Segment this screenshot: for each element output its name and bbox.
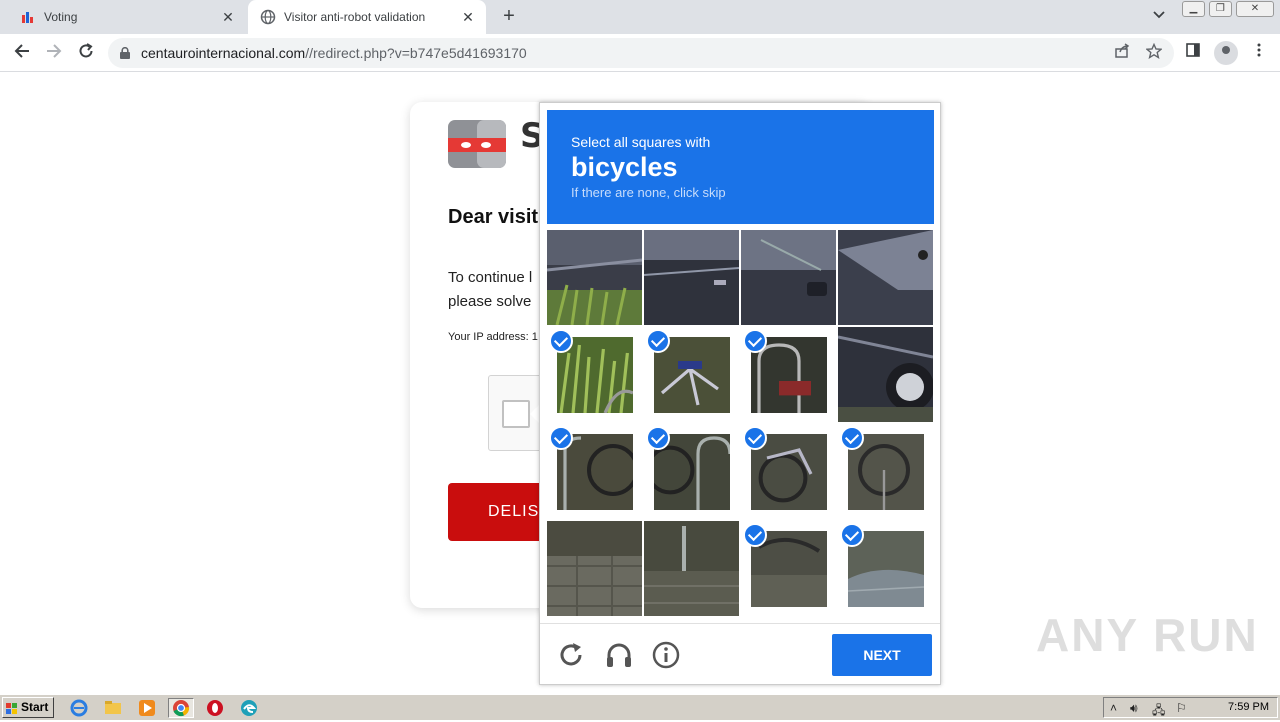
back-button[interactable] [10, 42, 34, 64]
tile-check-icon [840, 523, 864, 547]
tab-voting[interactable]: Voting ✕ [8, 0, 246, 34]
tile-check-icon [646, 329, 670, 353]
tile-check-icon [549, 329, 573, 353]
tile-image [547, 230, 642, 325]
challenge-header: Select all squares with bicycles If ther… [547, 110, 934, 224]
tile-image [547, 521, 642, 616]
share-icon[interactable] [1112, 43, 1132, 63]
grid-tile[interactable] [838, 327, 933, 422]
url-path: //redirect.php?v=b747e5d41693170 [305, 45, 527, 61]
tab-close-icon[interactable]: ✕ [218, 9, 238, 26]
site-logo [448, 120, 508, 168]
grid-tile-selected[interactable] [741, 521, 836, 616]
profile-avatar[interactable] [1214, 41, 1238, 65]
grid-tile[interactable] [741, 230, 836, 325]
restore-button[interactable]: ❐ [1208, 1, 1232, 17]
forward-button[interactable] [42, 42, 66, 64]
challenge-instruction: Select all squares with [571, 134, 711, 150]
instructions-line-2: please solve [448, 293, 532, 310]
tab-search-button[interactable] [1152, 8, 1166, 25]
grid-tile[interactable] [644, 521, 739, 616]
image-grid [547, 230, 934, 617]
grid-tile-selected[interactable] [547, 327, 642, 422]
grid-tile[interactable] [644, 230, 739, 325]
tile-check-icon [743, 523, 767, 547]
opera-icon[interactable] [206, 699, 224, 717]
lock-icon [120, 46, 130, 59]
next-button[interactable]: NEXT [832, 634, 932, 676]
globe-icon [260, 9, 276, 25]
close-window-button[interactable]: ✕ [1235, 1, 1274, 17]
side-panel-icon[interactable] [1182, 42, 1204, 64]
address-bar[interactable]: centaurointernacional.com//redirect.php?… [108, 38, 1174, 68]
challenge-hint: If there are none, click skip [571, 185, 726, 200]
tile-check-icon [840, 426, 864, 450]
recaptcha-checkbox[interactable] [502, 400, 530, 428]
tile-image [838, 230, 933, 325]
grid-tile-selected[interactable] [547, 424, 642, 519]
minimize-button[interactable]: ▁ [1182, 1, 1205, 17]
tile-image [838, 327, 933, 422]
voting-favicon-icon [20, 9, 36, 25]
tile-image [644, 230, 739, 325]
instructions-text: To continue l please solve [448, 266, 548, 314]
start-label: Start [21, 700, 49, 714]
new-tab-button[interactable]: + [498, 6, 520, 28]
url-text: centaurointernacional.com//redirect.php?… [141, 45, 527, 61]
anyrun-watermark: ANY RUN [1036, 609, 1259, 661]
ip-address-label: Your IP address: 1 [448, 331, 538, 343]
bookmark-star-icon[interactable] [1144, 42, 1164, 63]
edge-icon[interactable] [240, 699, 258, 717]
folder-icon[interactable] [104, 699, 122, 717]
challenge-footer: NEXT [540, 623, 940, 685]
tile-image [644, 521, 739, 616]
chrome-task-icon[interactable] [168, 698, 194, 718]
grid-tile-selected[interactable] [741, 327, 836, 422]
start-button[interactable]: Start [2, 697, 54, 718]
window-controls: ▁ ❐ ✕ [1182, 1, 1278, 19]
tile-check-icon [549, 426, 573, 450]
headphones-icon[interactable] [604, 640, 634, 670]
tab-close-icon[interactable]: ✕ [458, 9, 478, 26]
tile-check-icon [646, 426, 670, 450]
tile-check-icon [743, 329, 767, 353]
tab-bar: Voting ✕ Visitor anti-robot validation ✕… [0, 0, 1280, 34]
system-tray: ˄ 🔊︎ 🖧︎ ⚐ 7:59 PM [1103, 697, 1278, 718]
info-icon[interactable] [651, 640, 681, 670]
grid-tile-selected[interactable] [741, 424, 836, 519]
volume-icon[interactable]: 🔊︎ [1130, 701, 1138, 716]
tile-image [741, 230, 836, 325]
grid-tile[interactable] [547, 521, 642, 616]
reload-challenge-icon[interactable] [556, 640, 586, 670]
taskbar: Start ˄ 🔊︎ 🖧︎ ⚐ 7:59 PM [0, 694, 1280, 720]
greeting-heading: Dear visit [448, 206, 539, 228]
ie-icon[interactable] [70, 699, 88, 717]
tray-expand-icon[interactable]: ˄ [1110, 701, 1117, 715]
grid-tile-selected[interactable] [838, 521, 933, 616]
grid-tile-selected[interactable] [644, 327, 739, 422]
menu-kebab-icon[interactable] [1248, 42, 1270, 64]
tile-check-icon [743, 426, 767, 450]
grid-tile-selected[interactable] [644, 424, 739, 519]
grid-tile-selected[interactable] [838, 424, 933, 519]
grid-tile[interactable] [838, 230, 933, 325]
tab-visitor-validation[interactable]: Visitor anti-robot validation ✕ [248, 0, 486, 34]
network-icon[interactable]: 🖧︎ [1152, 701, 1165, 722]
captcha-challenge: Select all squares with bicycles If ther… [539, 102, 941, 685]
challenge-target: bicycles [571, 152, 678, 182]
flag-icon[interactable]: ⚐ [1176, 701, 1187, 715]
grid-tile[interactable] [547, 230, 642, 325]
tab-title: Visitor anti-robot validation [284, 10, 426, 24]
windows-logo-icon [6, 702, 18, 714]
media-player-icon[interactable] [138, 699, 156, 717]
instructions-line-1: To continue l [448, 269, 533, 286]
browser-toolbar: centaurointernacional.com//redirect.php?… [0, 34, 1280, 72]
tab-title: Voting [44, 10, 78, 24]
reload-button[interactable] [74, 42, 98, 64]
url-host: centaurointernacional.com [141, 45, 306, 61]
clock: 7:59 PM [1228, 701, 1269, 713]
